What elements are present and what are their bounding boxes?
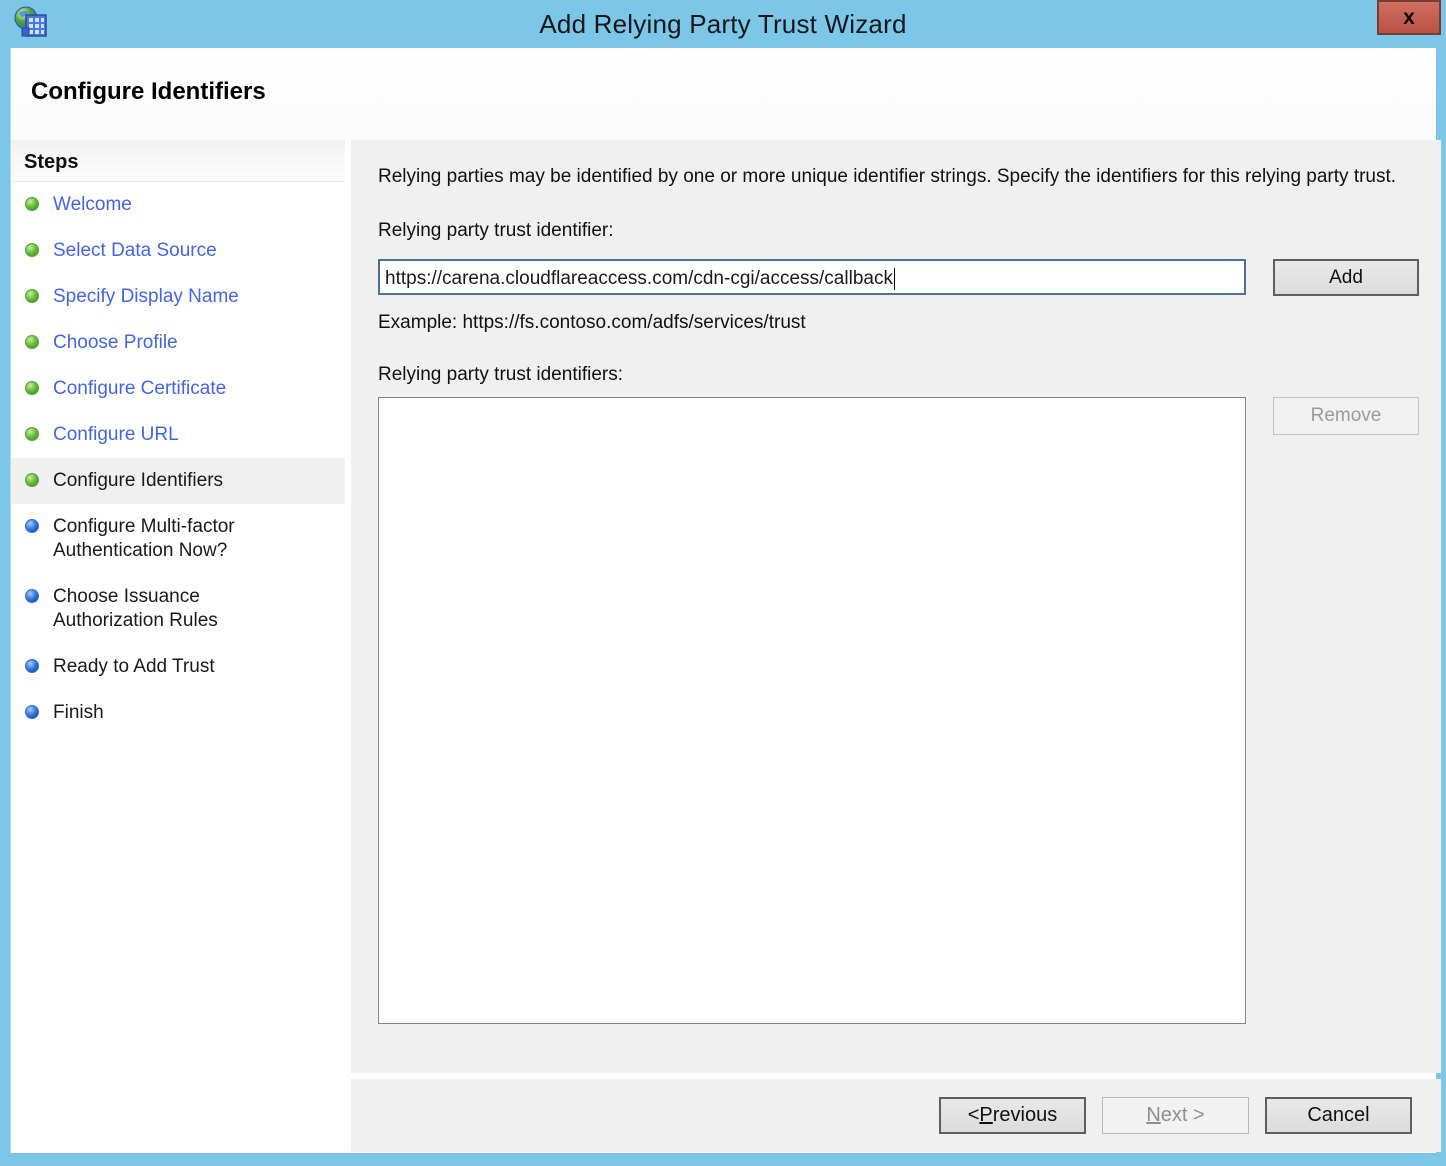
sidebar-step-configure-multi-factor-authentication-now: Configure Multi-factor Authentication No… <box>11 504 345 574</box>
step-label: Finish <box>53 702 104 723</box>
identifiers-listbox[interactable] <box>378 397 1246 1024</box>
step-label: Select Data Source <box>53 240 217 261</box>
sidebar-step-welcome: Welcome <box>11 182 345 228</box>
cancel-button[interactable]: Cancel <box>1265 1097 1412 1134</box>
identifiers-list-row: Remove <box>378 397 1419 1024</box>
page-title: Configure Identifiers <box>31 78 266 105</box>
main-content-panel: Relying parties may be identified by one… <box>351 140 1441 1073</box>
steps-header: Steps <box>11 140 345 182</box>
next-button: Next > <box>1102 1097 1249 1134</box>
sidebar-step-configure-identifiers: Configure Identifiers <box>11 458 345 504</box>
sidebar-step-ready-to-add-trust: Ready to Add Trust <box>11 644 345 690</box>
remove-button: Remove <box>1273 397 1419 435</box>
step-label: Configure Multi-factor Authentication No… <box>53 516 235 561</box>
step-status-bullet <box>25 289 39 303</box>
step-status-bullet <box>25 381 39 395</box>
page-header: Configure Identifiers <box>11 48 1436 140</box>
wizard-client-area: Configure Identifiers Steps Welcome Selec… <box>10 48 1441 1153</box>
sidebar-step-finish: Finish <box>11 690 345 736</box>
example-text: Example: https://fs.contoso.com/adfs/ser… <box>378 312 806 333</box>
step-status-bullet <box>25 197 39 211</box>
sidebar-step-specify-display-name: Specify Display Name <box>11 274 345 320</box>
step-status-bullet <box>25 427 39 441</box>
wizard-window: Add Relying Party Trust Wizard x Configu… <box>0 0 1446 1166</box>
titlebar: Add Relying Party Trust Wizard x <box>0 0 1446 48</box>
steps-list: Welcome Select Data Source Specify Display… <box>11 182 345 736</box>
step-status-bullet <box>25 519 39 533</box>
sidebar-step-select-data-source: Select Data Source <box>11 228 345 274</box>
step-status-bullet <box>25 243 39 257</box>
step-status-bullet <box>25 659 39 673</box>
identifier-input-value: https://carena.cloudflareaccess.com/cdn-… <box>385 268 893 289</box>
step-label: Configure URL <box>53 424 179 445</box>
identifier-input-row: https://carena.cloudflareaccess.com/cdn-… <box>378 259 1419 296</box>
step-status-bullet <box>25 705 39 719</box>
identifier-input-label: Relying party trust identifier: <box>378 220 614 241</box>
step-label: Ready to Add Trust <box>53 656 215 677</box>
body-layout: Steps Welcome Select Data Source Specify D… <box>11 140 1441 1152</box>
close-button[interactable]: x <box>1377 0 1441 35</box>
sidebar-step-configure-certificate: Configure Certificate <box>11 366 345 412</box>
footer-bar: < Previous Next > Cancel <box>351 1079 1441 1152</box>
sidebar-step-choose-issuance-authorization-rules: Choose Issuance Authorization Rules <box>11 574 345 644</box>
step-label: Configure Identifiers <box>53 470 224 491</box>
step-label: Choose Profile <box>53 332 178 353</box>
step-label: Welcome <box>53 194 132 215</box>
step-status-bullet <box>25 335 39 349</box>
sidebar-step-configure-url: Configure URL <box>11 412 345 458</box>
text-caret <box>893 268 896 290</box>
add-button[interactable]: Add <box>1273 259 1419 296</box>
sidebar-step-choose-profile: Choose Profile <box>11 320 345 366</box>
previous-button[interactable]: < Previous <box>939 1097 1086 1134</box>
steps-sidebar: Steps Welcome Select Data Source Specify D… <box>11 140 345 1152</box>
step-status-bullet <box>25 589 39 603</box>
step-label: Specify Display Name <box>53 286 239 307</box>
window-title: Add Relying Party Trust Wizard <box>539 9 907 39</box>
intro-text: Relying parties may be identified by one… <box>378 166 1397 187</box>
step-label: Choose Issuance Authorization Rules <box>53 586 218 631</box>
identifier-input[interactable]: https://carena.cloudflareaccess.com/cdn-… <box>378 259 1246 295</box>
identifiers-list-label: Relying party trust identifiers: <box>378 364 623 385</box>
step-label: Configure Certificate <box>53 378 227 399</box>
step-status-bullet <box>25 473 39 487</box>
